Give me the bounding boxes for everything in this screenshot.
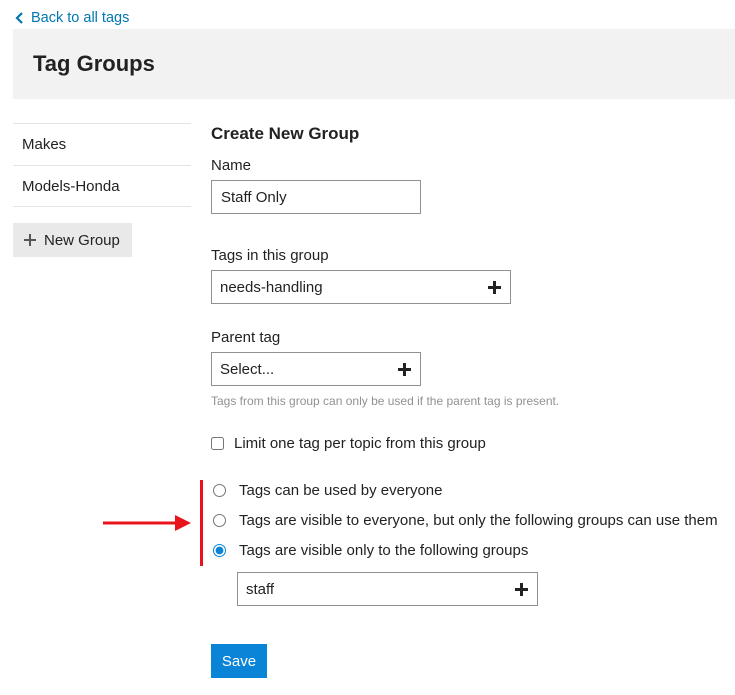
visibility-radio-visible[interactable] <box>213 544 226 557</box>
back-link-label: Back to all tags <box>31 10 130 26</box>
visibility-option-label: Tags can be used by everyone <box>239 482 443 499</box>
parent-tag-placeholder: Select... <box>220 360 275 378</box>
groups-chooser[interactable]: staff <box>237 572 538 606</box>
new-group-label: New Group <box>44 231 120 249</box>
annotation-arrow-icon <box>103 515 191 531</box>
sidebar: Makes Models-Honda New Group <box>13 123 191 257</box>
visibility-option-visible-row[interactable]: Tags are visible only to the following g… <box>211 542 528 559</box>
tags-label: Tags in this group <box>211 247 329 264</box>
tags-chooser-value: needs-handling <box>220 278 323 296</box>
plus-icon[interactable] <box>398 362 411 376</box>
limit-one-tag-row[interactable]: Limit one tag per topic from this group <box>211 435 486 452</box>
sidebar-item-models-honda[interactable]: Models-Honda <box>13 165 191 207</box>
plus-icon[interactable] <box>488 280 501 294</box>
visibility-option-label: Tags are visible to everyone, but only t… <box>239 512 718 529</box>
page-title: Tag Groups <box>33 51 155 76</box>
visibility-radio-use[interactable] <box>213 514 226 527</box>
visibility-option-everyone-row[interactable]: Tags can be used by everyone <box>211 482 442 499</box>
parent-tag-label: Parent tag <box>211 329 281 346</box>
plus-icon <box>24 234 36 246</box>
new-group-button[interactable]: New Group <box>13 223 132 257</box>
parent-tag-help-text: Tags from this group can only be used if… <box>211 394 560 408</box>
name-label: Name <box>211 157 252 174</box>
parent-tag-chooser[interactable]: Select... <box>211 352 421 386</box>
limit-one-tag-checkbox[interactable] <box>211 437 224 450</box>
groups-chooser-value: staff <box>246 580 275 598</box>
annotation-bracket <box>200 480 203 566</box>
back-to-all-tags-link[interactable]: Back to all tags <box>15 10 129 26</box>
form-title: Create New Group <box>211 124 360 143</box>
visibility-option-label: Tags are visible only to the following g… <box>239 542 529 559</box>
page-header: Tag Groups <box>13 29 735 99</box>
name-input[interactable] <box>211 180 421 214</box>
sidebar-item-makes[interactable]: Makes <box>13 123 191 165</box>
limit-one-tag-label: Limit one tag per topic from this group <box>234 435 486 452</box>
visibility-radio-everyone[interactable] <box>213 484 226 497</box>
tags-chooser[interactable]: needs-handling <box>211 270 511 304</box>
visibility-option-use-row[interactable]: Tags are visible to everyone, but only t… <box>211 512 718 529</box>
save-button[interactable]: Save <box>211 644 267 678</box>
plus-icon[interactable] <box>515 582 528 596</box>
chevron-left-icon <box>15 12 23 24</box>
